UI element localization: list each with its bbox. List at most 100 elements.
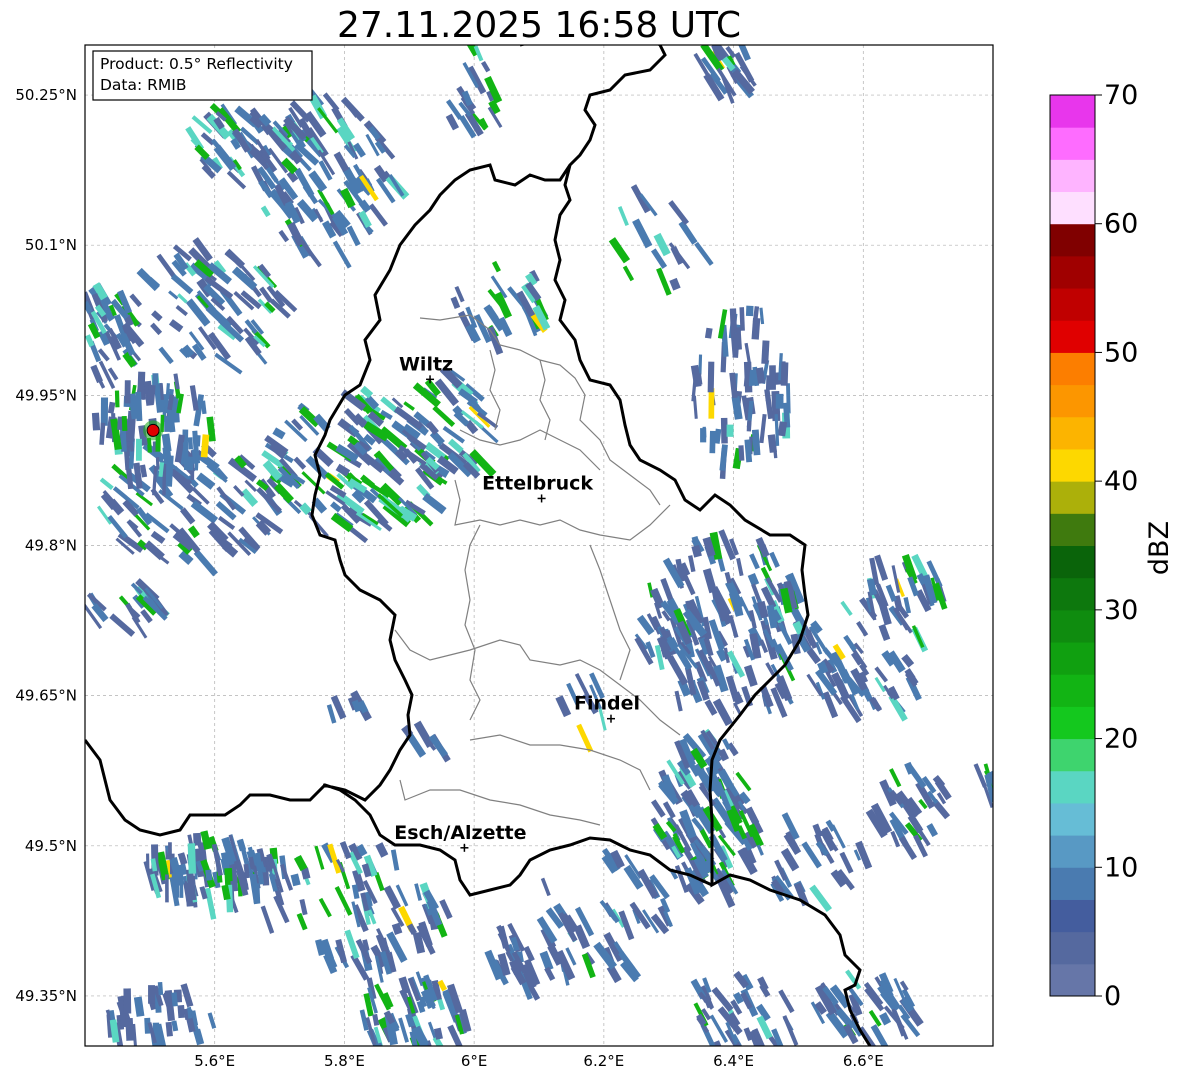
echo-cell: [736, 557, 744, 577]
echo-cell: [756, 844, 764, 856]
echo-cell: [812, 823, 823, 838]
echo-cell: [293, 456, 307, 470]
echo-cell: [840, 600, 853, 617]
echo-cell: [175, 305, 188, 317]
echo-cell: [168, 319, 184, 333]
echo-cell: [114, 390, 120, 408]
echo-cell: [769, 551, 780, 568]
echo-cell: [205, 869, 213, 881]
echo-cell: [708, 388, 715, 419]
echo-cell: [151, 310, 163, 322]
echo-cell: [759, 307, 765, 325]
echo-cell: [260, 205, 271, 218]
echo-cell: [135, 438, 142, 461]
echo-cell: [224, 248, 246, 269]
echo-cell: [294, 167, 315, 198]
echo-cell: [296, 912, 308, 931]
echo-cell: [272, 427, 286, 440]
echo-cell: [775, 393, 784, 409]
echo-cell: [136, 267, 160, 292]
echo-cell: [707, 361, 715, 393]
echo-cell: [177, 852, 188, 866]
lon-tick-label: 5.8°E: [324, 1052, 365, 1070]
echo-cell: [622, 265, 635, 282]
echo-cell: [782, 1015, 799, 1046]
echo-cell: [907, 576, 919, 597]
lat-tick-label: 49.35°N: [15, 987, 77, 1005]
echo-cell: [704, 327, 713, 339]
echo-cell: [481, 60, 491, 73]
echo-cell: [290, 873, 301, 887]
echo-cell: [669, 277, 681, 291]
echo-cell: [165, 1021, 173, 1037]
lon-tick-label: 6.2°E: [583, 1052, 624, 1070]
echo-cell: [278, 229, 290, 243]
info-data-source: Data: RMIB: [100, 76, 187, 94]
echo-cell: [856, 621, 869, 637]
echo-cell: [339, 840, 352, 860]
echo-cell: [749, 553, 760, 570]
info-box: Product: 0.5° Reflectivity Data: RMIB: [92, 50, 313, 101]
echo-cell: [109, 613, 136, 637]
echo-cell: [891, 565, 901, 593]
echo-cell: [200, 434, 210, 458]
echo-cell: [390, 849, 400, 871]
echo-cell: [617, 206, 629, 226]
echo-cell: [724, 571, 732, 584]
echo-cell: [692, 395, 698, 419]
echo-cell: [158, 346, 174, 365]
echo-cell: [761, 340, 770, 364]
echo-cell: [729, 308, 738, 334]
echo-cell: [777, 621, 793, 645]
echo-cell: [125, 1017, 134, 1041]
echo-cell: [678, 220, 698, 245]
lat-tick-label: 50.25°N: [15, 86, 77, 104]
echo-cell: [207, 1012, 217, 1029]
echo-cell: [878, 623, 891, 642]
echo-cell: [544, 966, 556, 981]
echo-cell: [150, 322, 163, 336]
echo-cell: [714, 428, 722, 444]
info-product: Product: 0.5° Reflectivity: [100, 55, 293, 73]
echo-cell: [187, 843, 197, 874]
echo-cell: [332, 240, 352, 269]
echo-cell: [107, 401, 116, 414]
echo-cell: [751, 429, 761, 456]
echo-cell: [778, 989, 795, 1014]
echo-cell: [743, 664, 758, 687]
echo-cell: [318, 897, 332, 918]
echo-cell: [630, 184, 651, 214]
echo-cell: [911, 625, 925, 649]
echo-cell: [769, 365, 776, 390]
echo-cell: [700, 428, 707, 443]
echo-cell: [168, 290, 179, 300]
echo-cell: [632, 218, 653, 249]
echo-cell: [885, 584, 897, 602]
echo-cell: [688, 555, 696, 573]
echo-cell: [702, 568, 718, 594]
echo-cell: [670, 245, 685, 265]
city-label: Findel: [574, 693, 640, 715]
echo-cell: [523, 945, 535, 962]
echo-cell: [674, 690, 683, 712]
echo-cell: [121, 415, 128, 432]
echo-cell: [196, 472, 216, 490]
echo-cell: [173, 373, 180, 390]
lon-tick-label: 6.4°E: [713, 1052, 754, 1070]
echo-cell: [85, 301, 86, 317]
echo-cell: [755, 537, 770, 558]
echo-cell: [668, 200, 690, 226]
echo-cell: [759, 413, 767, 444]
lat-tick-label: 49.65°N: [15, 687, 77, 705]
echo-cell: [608, 237, 631, 264]
echo-cell: [260, 905, 275, 934]
radar-echoes: [85, 45, 993, 1046]
echo-cell: [744, 342, 751, 364]
echo-cell: [346, 225, 361, 247]
echo-cell: [376, 1042, 391, 1046]
echo-cell: [200, 400, 207, 415]
echo-cell: [123, 988, 132, 1014]
echo-cell: [107, 515, 128, 539]
echo-cell: [187, 437, 194, 450]
echo-cell: [403, 401, 415, 411]
